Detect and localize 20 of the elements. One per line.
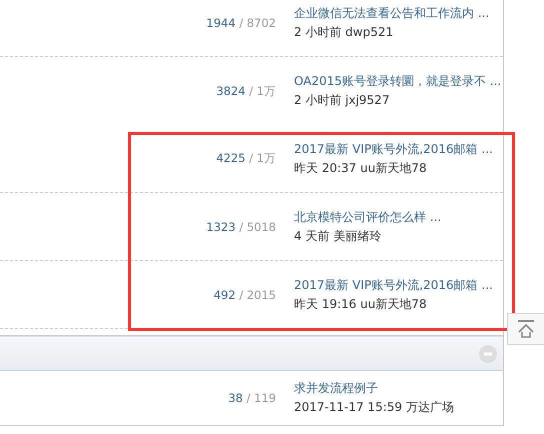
reply-view-count: 4225 / 1万 [215,151,276,166]
thread-title-link[interactable]: 北京模特公司评价怎么样 ... [294,208,442,226]
last-post-info: 4 天前 美丽绪玲 [294,228,382,244]
last-post-info: 2 小时前 jxj9527 [294,92,391,109]
reply-view-count: 3824 / 1万 [215,84,276,98]
thread-title-link[interactable]: 2017最新 VIP账号外流,2016邮箱 ... [294,276,493,294]
reply-view-count: 38 / 119 [227,391,276,405]
reply-view-count: 492 / 2015 [212,288,276,302]
reply-view-count: 1323 / 5018 [205,220,276,234]
back-to-top-button[interactable] [507,313,544,345]
reply-view-count: 1944 / 8702 [205,16,276,30]
thread-title-link[interactable]: 2017最新 VIP账号外流,2016邮箱 ... [294,140,493,158]
last-post-info: 昨天 20:37 uu新天地78 [294,160,428,176]
last-post-info: 昨天 19:16 uu新天地78 [294,296,428,312]
thread-title-link[interactable]: 企业微信无法查看公告和工作流内 ... [294,4,490,22]
last-post-info: 2 小时前 dwp521 [294,24,394,40]
thread-title-link[interactable]: 求并发流程例子 [294,380,454,397]
last-post-info: 2017-11-17 15:59 万达广场 [294,399,454,416]
thread-title-link[interactable]: OA2015账号登录转圜，就是登录不 ... [294,73,502,90]
up-arrow-icon [516,319,536,339]
